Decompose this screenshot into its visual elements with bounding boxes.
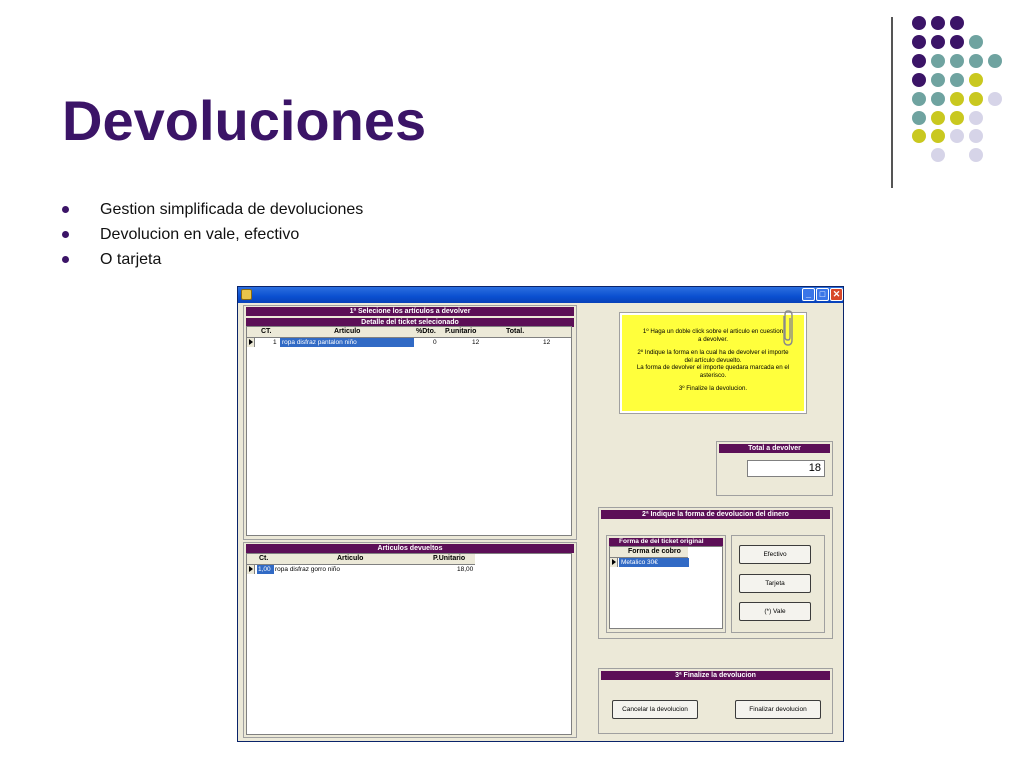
cancel-return-button[interactable]: Cancelar la devolucion [612,700,698,719]
total-header: Total a devolver [719,444,830,453]
decorative-dot [950,35,964,49]
bullet-item: O tarjeta [62,247,363,272]
decorative-dot [950,16,964,30]
row-selector[interactable] [610,558,618,567]
decorative-dot [969,73,983,87]
cell-punitario: 12 [472,339,480,346]
decorative-dot [931,111,945,125]
row-pointer-icon [249,566,253,572]
returned-grid-header: Ct. Articulo P.Unitario [247,554,475,565]
decorative-dot [912,16,926,30]
decorative-dot [931,148,945,162]
ticket-detail-grid: CT. Articulo %Dto. P.unitario Total. 1 r… [246,326,572,536]
table-row[interactable]: 1 ropa disfraz pantalon niño 0 12 12 [247,338,571,347]
payment-grid-header: Forma de cobro [610,547,688,558]
decorative-dot [950,54,964,68]
row-pointer-icon [249,339,253,345]
minimize-button[interactable]: _ [802,288,815,301]
decorative-dot [950,73,964,87]
decorative-dot [912,111,926,125]
cell-forma-cobro[interactable]: Metalico 30€ [619,558,689,567]
finalize-return-button[interactable]: Finalizar devolucion [735,700,821,719]
cell-ct[interactable]: 1,00 [257,565,274,574]
column-header-ct: Ct. [259,555,269,562]
cell-ct: 1 [273,339,277,346]
decorative-dot [969,111,983,125]
table-row[interactable]: Metalico 30€ [610,558,689,567]
card-button[interactable]: Tarjeta [739,574,811,593]
row-selector[interactable] [247,338,255,347]
decorative-dot [950,111,964,125]
decorative-dot [950,129,964,143]
total-amount-field[interactable]: 18 [747,460,825,477]
returned-articles-header: Articulos devueltos [246,544,574,553]
bullet-dot-icon [62,231,69,238]
window-titlebar[interactable]: _ □ ✕ [238,287,843,303]
decorative-dot [912,54,926,68]
decorative-dot [950,92,964,106]
bullet-item: Devolucion en vale, efectivo [62,222,363,247]
cash-button[interactable]: Efectivo [739,545,811,564]
column-header-total: Total. [506,328,525,335]
cell-punitario: 18,00 [457,566,474,573]
table-row[interactable]: 1,00 ropa disfraz gorro niño 18,00 [247,565,475,574]
decorative-dot [912,35,926,49]
bullet-list: Gestion simplificada de devoluciones Dev… [62,197,363,272]
decorative-dot [988,92,1002,106]
column-header-dto: %Dto. [416,328,436,335]
decorative-dot [931,73,945,87]
returned-articles-grid: Ct. Articulo P.Unitario 1,00 ropa disfra… [246,553,572,735]
app-icon [241,289,252,300]
decorative-dot [988,54,1002,68]
decorative-dot [969,54,983,68]
decorative-dot [931,129,945,143]
select-articles-header: 1ª Selecione los artículos a devolver [246,307,574,316]
decorative-dot [912,129,926,143]
bullet-dot-icon [62,256,69,263]
cell-total: 12 [543,339,551,346]
decorative-dot [931,35,945,49]
decorative-dot [969,148,983,162]
decorative-dot [931,92,945,106]
maximize-button[interactable]: □ [816,288,829,301]
column-header-articulo: Articulo [334,328,361,335]
column-header-forma-cobro: Forma de cobro [628,548,681,555]
voucher-button[interactable]: (*) Vale [739,602,811,621]
decorative-divider-line [891,17,893,188]
cell-articulo: ropa disfraz gorro niño [275,566,341,573]
column-header-punitario: P.unitario [445,328,477,335]
refund-method-header: 2ª Indique la forma de devolucion del di… [601,510,830,519]
decorative-dot [969,129,983,143]
bullet-item: Gestion simplificada de devoluciones [62,197,363,222]
decorative-dot [912,73,926,87]
original-payment-header: Forma de del ticket original [609,538,723,546]
row-selector[interactable] [247,565,255,574]
slide-title: Devoluciones [62,89,427,152]
decorative-dot [931,16,945,30]
finalize-header: 3ª Finalize la devolucion [601,671,830,680]
close-button[interactable]: ✕ [830,288,843,301]
decorative-dot [912,92,926,106]
original-payment-grid: Forma de cobro Metalico 30€ [609,546,723,629]
instructions-note: 1º Haga un doble click sobre el articulo… [620,313,806,413]
row-pointer-icon [612,559,616,565]
decorative-dot [931,54,945,68]
ticket-grid-header: CT. Articulo %Dto. P.unitario Total. [247,327,571,338]
column-header-punitario: P.Unitario [433,555,466,562]
decorative-dot [969,92,983,106]
bullet-dot-icon [62,206,69,213]
column-header-articulo: Articulo [337,555,364,562]
column-header-ct: CT. [261,328,272,335]
decorative-dot [969,35,983,49]
cell-articulo[interactable]: ropa disfraz pantalon niño [280,338,414,347]
cell-dto: 0 [433,339,437,346]
paperclip-icon [783,310,793,346]
